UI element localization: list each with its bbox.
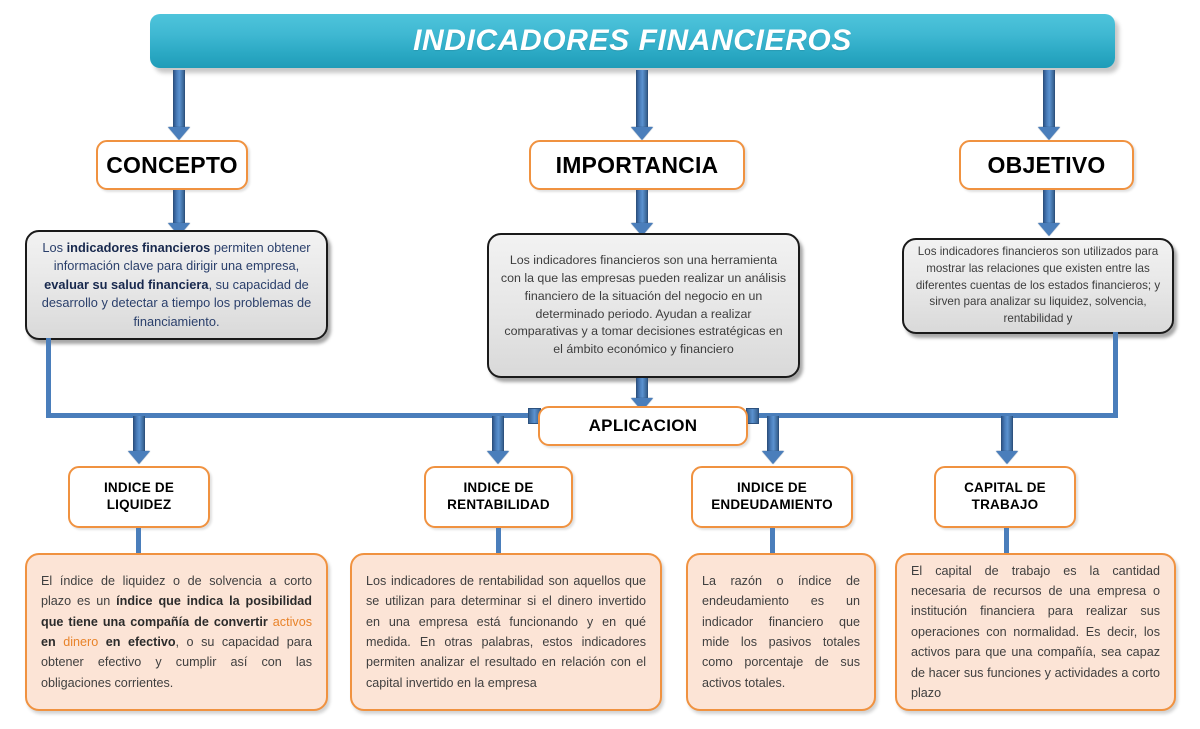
node-endeudamiento-line1: INDICE DE: [736, 480, 808, 496]
arrow-importancia-to-description: [631, 190, 653, 236]
connector-endeudamiento-down: [770, 528, 775, 554]
node-concepto[interactable]: CONCEPTO: [96, 140, 248, 190]
description-concepto-bold1: indicadores financieros: [66, 239, 211, 255]
detail-liquidez: El índice de liquidez o de solvencia a c…: [25, 553, 328, 711]
detail-liquidez-hl2: dinero: [63, 635, 99, 649]
diagram-title-banner: INDICADORES FINANCIEROS: [150, 14, 1115, 68]
detail-capital-text: El capital de trabajo es la cantidad nec…: [911, 563, 1160, 700]
node-capital-de-trabajo[interactable]: CAPITAL DE TRABAJO: [934, 466, 1076, 528]
node-rentabilidad-line1: INDICE DE: [463, 480, 534, 496]
node-indice-de-liquidez[interactable]: INDICE DE LIQUIDEZ: [68, 466, 210, 528]
node-aplicacion-label: APLICACION: [588, 416, 698, 436]
node-capital-line2: TRABAJO: [971, 497, 1039, 512]
arrow-banner-to-concepto: [168, 70, 190, 140]
detail-capital: El capital de trabajo es la cantidad nec…: [895, 553, 1176, 711]
description-importancia: Los indicadores financieros son una herr…: [487, 233, 800, 378]
description-objetivo-text: Los indicadores financieros son utilizad…: [915, 245, 1161, 326]
description-importancia-text: Los indicadores financieros son una herr…: [500, 252, 787, 357]
arrow-banner-to-importancia: [631, 70, 653, 140]
node-indice-de-rentabilidad[interactable]: INDICE DE RENTABILIDAD: [424, 466, 573, 528]
arrow-banner-to-objetivo: [1038, 70, 1060, 140]
connector-concepto-down: [46, 338, 51, 416]
node-liquidez-line2: LIQUIDEZ: [106, 497, 172, 512]
diagram-title: INDICADORES FINANCIEROS: [413, 24, 852, 57]
description-objetivo: Los indicadores financieros son utilizad…: [902, 238, 1174, 334]
node-liquidez-line1: INDICE DE: [103, 480, 175, 496]
detail-liquidez-bold3: en efectivo: [98, 635, 176, 649]
node-aplicacion[interactable]: APLICACION: [538, 406, 748, 446]
detail-rentabilidad: Los indicadores de rentabilidad son aque…: [350, 553, 662, 711]
connector-bus-left: [46, 413, 541, 418]
detail-liquidez-hl1: activos: [272, 614, 312, 629]
connector-capital-down: [1004, 528, 1009, 554]
detail-liquidez-bold2: en: [41, 635, 64, 649]
arrow-bus-to-endeudamiento: [762, 416, 784, 466]
node-objetivo[interactable]: OBJETIVO: [959, 140, 1134, 190]
connector-objetivo-down: [1113, 332, 1118, 418]
detail-endeudamiento-text: La razón o índice de endeudamiento es un…: [702, 573, 860, 690]
node-rentabilidad-line2: RENTABILIDAD: [447, 497, 550, 512]
node-endeudamiento-line2: ENDEUDAMIENTO: [711, 497, 833, 512]
connector-rentabilidad-down: [496, 528, 501, 554]
description-concepto: Los indicadores financieros permiten obt…: [25, 230, 328, 340]
arrow-objetivo-to-description: [1038, 190, 1060, 236]
node-importancia[interactable]: IMPORTANCIA: [529, 140, 745, 190]
node-importancia-label: IMPORTANCIA: [555, 151, 719, 178]
diagram-canvas: INDICADORES FINANCIEROS CONCEPTO IMPORTA…: [0, 0, 1200, 729]
detail-rentabilidad-text: Los indicadores de rentabilidad son aque…: [366, 573, 646, 690]
node-objetivo-label: OBJETIVO: [987, 151, 1106, 178]
arrow-bus-to-capital: [996, 416, 1018, 466]
node-indice-de-endeudamiento[interactable]: INDICE DE ENDEUDAMIENTO: [691, 466, 853, 528]
connector-bus-right: [746, 413, 1118, 418]
description-concepto-bold2: evaluar su salud financiera: [44, 276, 209, 292]
arrow-bus-to-rentabilidad: [487, 416, 509, 466]
node-concepto-label: CONCEPTO: [106, 151, 238, 178]
node-capital-line1: CAPITAL DE: [964, 480, 1046, 496]
detail-endeudamiento: La razón o índice de endeudamiento es un…: [686, 553, 876, 711]
description-concepto-part1: Los: [42, 239, 67, 255]
arrow-bus-to-liquidez: [128, 416, 150, 466]
connector-liquidez-down: [136, 528, 141, 554]
